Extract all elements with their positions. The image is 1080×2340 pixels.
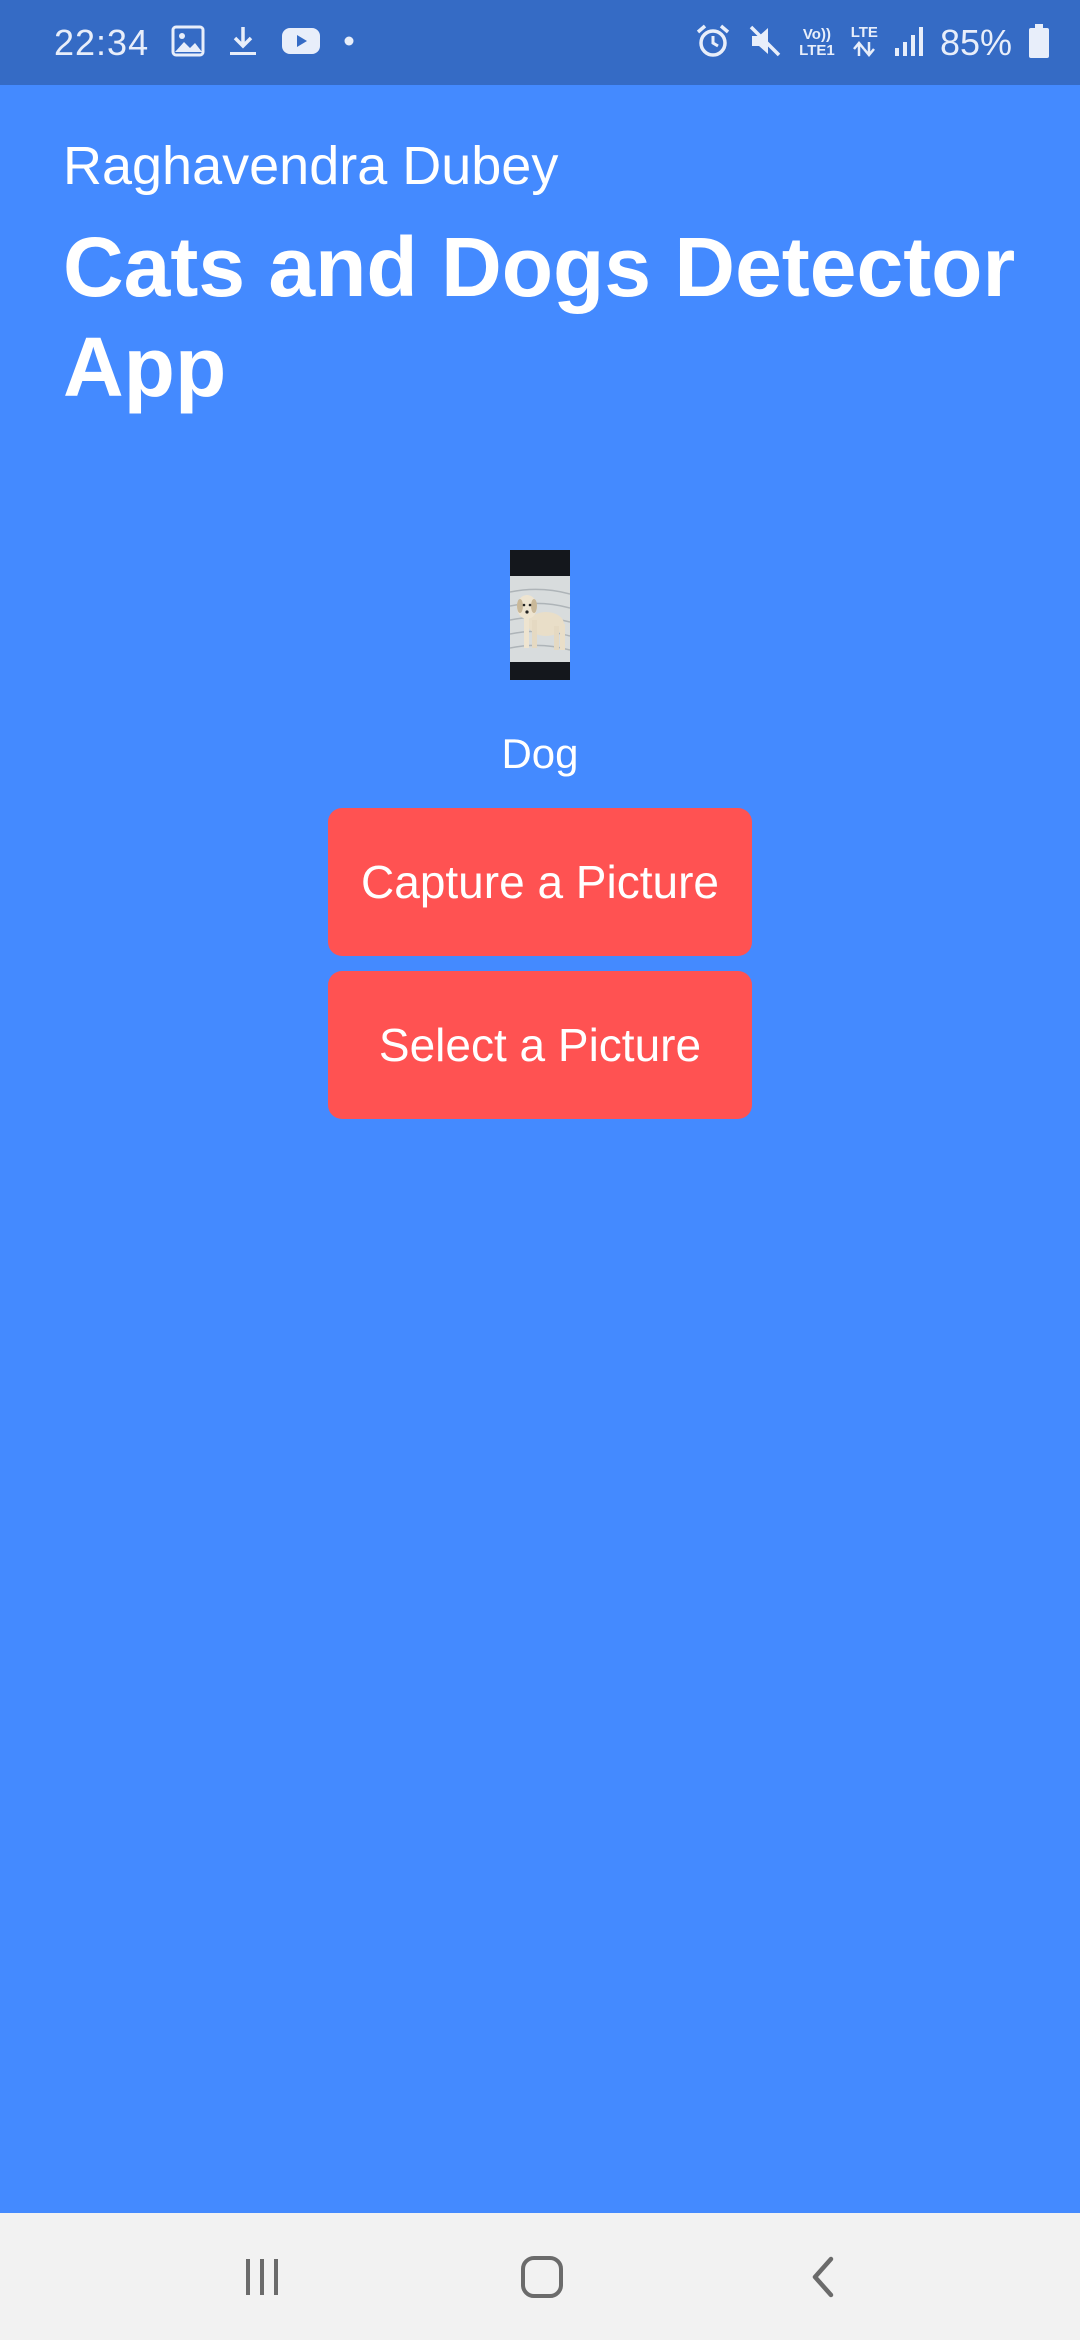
status-right: Vo)) LTE1 LTE 85%: [695, 18, 1050, 68]
gallery-icon: [171, 24, 205, 63]
youtube-icon: [281, 26, 321, 61]
recent-apps-icon: [240, 2255, 284, 2304]
battery-icon: [1028, 23, 1050, 64]
mute-icon: [747, 23, 783, 64]
volte-label-bottom: LTE1: [799, 42, 835, 59]
prediction-label: Dog: [501, 730, 579, 777]
status-time: 22:34: [54, 22, 150, 63]
alarm-icon: [695, 23, 731, 64]
download-icon: [227, 24, 259, 63]
volte-label-top: Vo)): [802, 26, 831, 43]
home-icon: [518, 2253, 566, 2306]
app-main: Raghavendra Dubey Cats and Dogs Detector…: [0, 85, 1080, 2213]
author-name: Raghavendra Dubey: [63, 136, 559, 196]
back-button[interactable]: [784, 2239, 864, 2319]
back-icon: [802, 2253, 846, 2306]
recent-apps-button[interactable]: [222, 2239, 302, 2319]
page-title: Cats and Dogs Detector App: [63, 220, 1016, 414]
data-arrows-icon: [851, 41, 878, 61]
battery-percentage: 85%: [939, 22, 1012, 63]
signal-icon: [894, 25, 924, 62]
status-bar: 22:34 Vo)) LTE1 LTE 85%: [0, 0, 1080, 85]
volte-icon: Vo)) LTE1: [799, 27, 835, 59]
select-picture-button[interactable]: Select a Picture: [328, 971, 752, 1119]
selected-image-preview: [510, 550, 570, 680]
dot-icon: [343, 34, 355, 52]
home-button[interactable]: [502, 2239, 582, 2319]
lte-data-icon: LTE: [851, 25, 878, 61]
capture-picture-button[interactable]: Capture a Picture: [328, 808, 752, 956]
navigation-bar: [0, 2213, 1080, 2340]
lte-label: LTE: [850, 24, 878, 41]
status-left: 22:34: [54, 18, 355, 68]
